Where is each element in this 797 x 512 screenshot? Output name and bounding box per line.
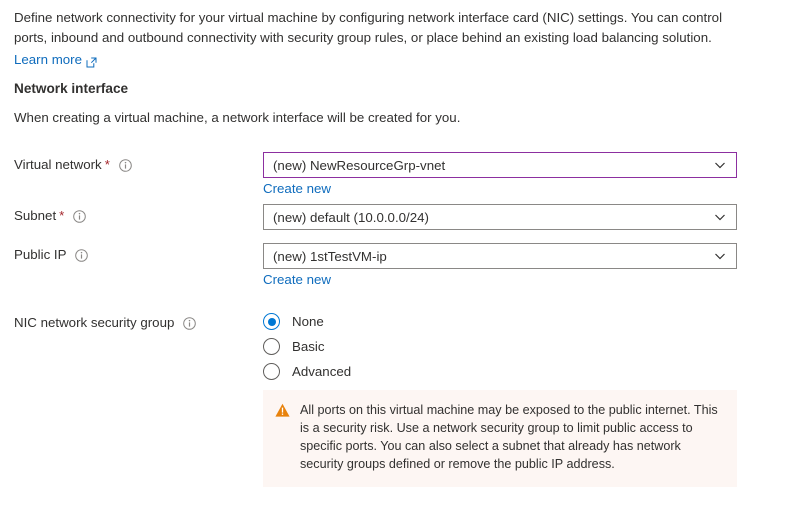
learn-more-link[interactable]: Learn more [14, 50, 97, 69]
nic-nsg-option-basic[interactable]: Basic [263, 334, 351, 359]
subnet-value: (new) default (10.0.0.0/24) [273, 209, 429, 225]
info-icon[interactable] [75, 249, 89, 262]
section-title: Network interface [14, 81, 129, 96]
info-icon[interactable] [73, 210, 87, 223]
nic-nsg-option-none[interactable]: None [263, 309, 351, 334]
intro-block: Define network connectivity for your vir… [14, 8, 724, 69]
field-virtual-network: (new) NewResourceGrp-vnet Create new [263, 152, 737, 196]
security-warning-banner: All ports on this virtual machine may be… [263, 390, 737, 487]
external-link-icon [86, 55, 97, 68]
chevron-down-icon [714, 159, 726, 171]
chevron-down-icon [714, 250, 726, 262]
row-public-ip: Public IP (new) 1stTestVM-ip Create new [0, 237, 797, 293]
required-asterisk: * [59, 208, 65, 223]
field-public-ip: (new) 1stTestVM-ip Create new [263, 243, 737, 287]
row-nic-nsg: NIC network security group None Basic Ad… [0, 293, 797, 383]
virtual-network-create-new-link[interactable]: Create new [263, 181, 737, 196]
intro-paragraph: Define network connectivity for your vir… [14, 10, 723, 45]
network-settings-pane: Define network connectivity for your vir… [0, 0, 797, 512]
info-icon[interactable] [183, 317, 197, 330]
public-ip-create-new-link[interactable]: Create new [263, 272, 737, 287]
chevron-down-icon [714, 211, 726, 223]
radio-button-advanced[interactable] [263, 363, 280, 380]
label-subnet-text: Subnet [14, 208, 57, 223]
radio-label-advanced: Advanced [292, 364, 352, 379]
virtual-network-value: (new) NewResourceGrp-vnet [273, 157, 446, 173]
field-subnet: (new) default (10.0.0.0/24) [263, 204, 737, 230]
label-nic-nsg-text: NIC network security group [14, 315, 175, 330]
network-form: Virtual network * (new) NewResourceGrp-v… [0, 140, 797, 383]
learn-more-label: Learn more [14, 52, 82, 67]
radio-button-basic[interactable] [263, 338, 280, 355]
nic-nsg-radio-group: None Basic Advanced [263, 309, 351, 384]
radio-label-basic: Basic [292, 339, 325, 354]
label-subnet: Subnet * [14, 208, 87, 223]
label-public-ip: Public IP [14, 247, 89, 262]
label-virtual-network-text: Virtual network [14, 157, 102, 172]
row-subnet: Subnet * (new) default (10.0.0.0/24) [0, 198, 797, 237]
public-ip-value: (new) 1stTestVM-ip [273, 248, 387, 264]
label-virtual-network: Virtual network * [14, 157, 132, 172]
subnet-dropdown[interactable]: (new) default (10.0.0.0/24) [263, 204, 737, 230]
info-icon[interactable] [119, 159, 132, 172]
row-virtual-network: Virtual network * (new) NewResourceGrp-v… [0, 140, 797, 198]
public-ip-dropdown[interactable]: (new) 1stTestVM-ip [263, 243, 737, 269]
warning-message: All ports on this virtual machine may be… [300, 403, 718, 471]
virtual-network-dropdown[interactable]: (new) NewResourceGrp-vnet [263, 152, 737, 178]
section-subtitle: When creating a virtual machine, a netwo… [14, 110, 461, 125]
label-nic-nsg: NIC network security group [14, 315, 197, 330]
label-public-ip-text: Public IP [14, 247, 67, 262]
nic-nsg-option-advanced[interactable]: Advanced [263, 359, 351, 384]
radio-button-none[interactable] [263, 313, 280, 330]
radio-label-none: None [292, 314, 324, 329]
warning-triangle-icon [275, 403, 290, 418]
required-asterisk: * [104, 157, 110, 172]
